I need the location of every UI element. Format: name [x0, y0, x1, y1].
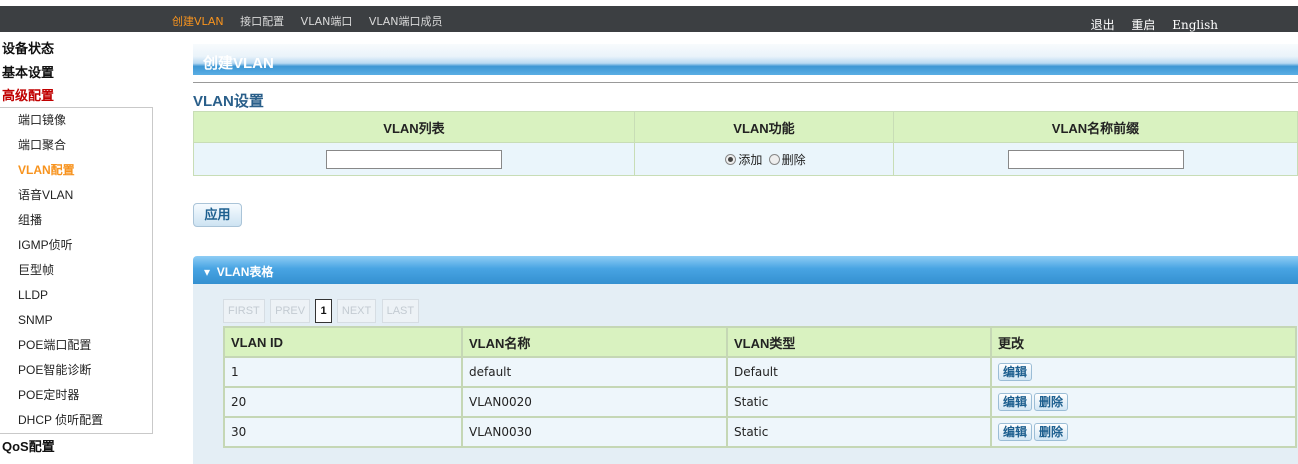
vlan-table-panel-body: FIRST PREV 1 NEXT LAST VLAN ID VLAN名称 VL…: [193, 284, 1298, 464]
delete-radio[interactable]: [768, 153, 780, 165]
sidebar-item-poe-timer[interactable]: POE定时器: [0, 383, 152, 408]
top-nav-background: 创建VLAN 接口配置 VLAN端口 VLAN端口成员 退出 重启 Englis…: [0, 6, 1298, 32]
add-radio-label: 添加: [738, 152, 763, 167]
sidebar-item-multicast[interactable]: 组播: [0, 208, 152, 233]
col-modify: 更改: [990, 326, 1297, 358]
edit-button[interactable]: 编辑: [998, 363, 1033, 381]
cell-vlan-id: 20: [223, 386, 463, 418]
delete-radio-label: 删除: [781, 152, 806, 167]
cell-vlan-id: 1: [223, 356, 463, 388]
sidebar-item-port-aggregation[interactable]: 端口聚合: [0, 133, 152, 158]
vlan-table-panel-title: ▾ VLAN表格: [204, 265, 274, 279]
col-vlan-name: VLAN名称: [461, 326, 728, 358]
nav-vlan-port-members[interactable]: VLAN端口成员: [369, 15, 443, 28]
pager-first[interactable]: FIRST: [223, 299, 265, 323]
nav-interface-config[interactable]: 接口配置: [240, 15, 284, 28]
nav-create-vlan[interactable]: 创建VLAN: [172, 15, 224, 28]
cell-modify: 编辑 删除: [990, 386, 1297, 418]
divider: [193, 82, 1298, 83]
cell-vlan-id: 30: [223, 416, 463, 448]
sidebar-item-poe-port-config[interactable]: POE端口配置: [0, 333, 152, 358]
edit-button[interactable]: 编辑: [998, 393, 1033, 411]
table-row: 1 default Default 编辑: [223, 356, 1297, 388]
vlan-list-cell: [193, 142, 635, 176]
vlan-settings-form: VLAN列表 VLAN功能 VLAN名称前缀 添加 删除: [193, 111, 1298, 176]
pager-next[interactable]: NEXT: [336, 299, 377, 323]
name-prefix-input[interactable]: [1007, 149, 1184, 169]
pager-prev[interactable]: PREV: [270, 299, 311, 323]
sidebar-advanced-config[interactable]: 高级配置: [0, 85, 160, 109]
cell-vlan-name: default: [461, 356, 728, 388]
sidebar-submenu: 端口镜像 端口聚合 VLAN配置 语音VLAN 组播 IGMP侦听 巨型帧 LL…: [0, 106, 153, 434]
cell-modify: 编辑 删除: [990, 416, 1297, 448]
page-title: 创建VLAN: [203, 55, 274, 72]
vlan-list-input[interactable]: [326, 149, 502, 169]
cell-vlan-name: VLAN0020: [461, 386, 728, 418]
sidebar-item-vlan-config[interactable]: VLAN配置: [0, 158, 152, 183]
form-header-vlan-list: VLAN列表: [193, 111, 635, 143]
sidebar-device-status[interactable]: 设备状态: [0, 38, 160, 62]
form-header-name-prefix: VLAN名称前缀: [893, 111, 1298, 143]
sidebar-item-voice-vlan[interactable]: 语音VLAN: [0, 183, 152, 208]
cell-vlan-name: VLAN0030: [461, 416, 728, 448]
cell-vlan-type: Static: [726, 386, 992, 418]
pager: FIRST PREV 1 NEXT LAST: [223, 299, 421, 323]
reboot-link[interactable]: 重启: [1131, 18, 1155, 32]
pager-last[interactable]: LAST: [381, 299, 420, 323]
add-radio[interactable]: [725, 153, 737, 165]
vlan-table-panel-header[interactable]: ▾ VLAN表格: [193, 256, 1298, 284]
cell-vlan-type: Default: [726, 356, 992, 388]
sidebar-item-dhcp-snooping[interactable]: DHCP 侦听配置: [0, 408, 152, 433]
sidebar: 设备状态 基本设置 高级配置 端口镜像 端口聚合 VLAN配置 语音VLAN 组…: [0, 38, 160, 459]
delete-button[interactable]: 删除: [1034, 393, 1069, 411]
apply-button[interactable]: 应用: [193, 203, 242, 227]
sidebar-qos-config[interactable]: QoS配置: [0, 436, 160, 460]
col-vlan-type: VLAN类型: [726, 326, 992, 358]
table-row: 20 VLAN0020 Static 编辑 删除: [223, 386, 1297, 418]
table-row: 30 VLAN0030 Static 编辑 删除: [223, 416, 1297, 448]
pager-page-1[interactable]: 1: [315, 299, 332, 323]
sidebar-item-snmp[interactable]: SNMP: [0, 308, 152, 333]
top-links: 退出 重启 English: [1078, 16, 1218, 33]
sidebar-item-poe-diagnosis[interactable]: POE智能诊断: [0, 358, 152, 383]
vlan-table: VLAN ID VLAN名称 VLAN类型 更改 1 default Defau…: [223, 326, 1297, 448]
sidebar-item-lldp[interactable]: LLDP: [0, 283, 152, 308]
cell-modify: 编辑: [990, 356, 1297, 388]
nav-vlan-port[interactable]: VLAN端口: [301, 15, 353, 28]
top-bar: 创建VLAN 接口配置 VLAN端口 VLAN端口成员 退出 重启 Englis…: [0, 0, 1298, 32]
sidebar-item-port-mirror[interactable]: 端口镜像: [0, 108, 152, 133]
page-title-bar: 创建VLAN: [193, 44, 1298, 75]
vlan-function-cell: 添加 删除: [634, 142, 894, 176]
main-content: 创建VLAN VLAN设置 VLAN列表 VLAN功能 VLAN名称前缀 添加 …: [193, 44, 1298, 464]
delete-button[interactable]: 删除: [1034, 423, 1069, 441]
sidebar-basic-settings[interactable]: 基本设置: [0, 62, 160, 86]
cell-vlan-type: Static: [726, 416, 992, 448]
form-header-vlan-function: VLAN功能: [634, 111, 894, 143]
english-link[interactable]: English: [1172, 18, 1218, 32]
sidebar-item-jumbo-frame[interactable]: 巨型帧: [0, 258, 152, 283]
section-title: VLAN设置: [193, 93, 264, 110]
vlan-table-panel-label: VLAN表格: [216, 265, 274, 279]
col-vlan-id: VLAN ID: [223, 326, 463, 358]
top-nav: 创建VLAN 接口配置 VLAN端口 VLAN端口成员: [172, 13, 456, 28]
name-prefix-cell: [893, 142, 1298, 176]
sidebar-item-igmp-snooping[interactable]: IGMP侦听: [0, 233, 152, 258]
logout-link[interactable]: 退出: [1091, 18, 1115, 32]
edit-button[interactable]: 编辑: [998, 423, 1033, 441]
